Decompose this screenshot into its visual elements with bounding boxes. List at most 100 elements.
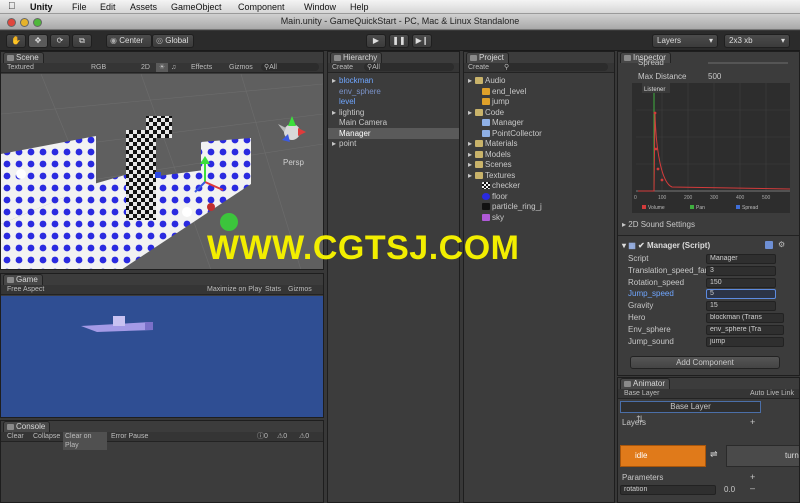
max-distance-value[interactable]: 500	[708, 71, 721, 82]
clear-button[interactable]: Clear	[7, 432, 24, 441]
scene-lighting-toggle[interactable]: ☀	[156, 63, 168, 72]
project-asset[interactable]: end_level	[482, 86, 526, 97]
foldout-arrow-icon[interactable]: ▸	[332, 107, 339, 118]
step-button[interactable]: ▶❙	[412, 34, 432, 48]
game-view[interactable]	[1, 296, 323, 418]
hierarchy-item[interactable]: ▸ point	[328, 138, 459, 149]
field-value[interactable]: Manager	[706, 254, 776, 264]
error-pause-button[interactable]: Error Pause	[111, 432, 148, 441]
hierarchy-item[interactable]: Main Camera	[328, 117, 459, 128]
scale-tool-button[interactable]: ⧉	[72, 34, 92, 48]
menu-assets[interactable]: Assets	[130, 2, 157, 12]
foldout-arrow-icon[interactable]: ▸	[332, 138, 339, 149]
menu-component[interactable]: Component	[238, 2, 285, 12]
project-folder[interactable]: ▸ Audio	[468, 75, 505, 86]
foldout-arrow-icon[interactable]: ▸	[468, 107, 475, 118]
project-folder[interactable]: ▸ Models	[468, 149, 511, 160]
project-asset[interactable]: Manager	[482, 117, 524, 128]
field-value[interactable]: 15	[706, 301, 776, 312]
hierarchy-create-dropdown[interactable]: Create	[332, 63, 353, 72]
clear-on-play-button[interactable]: Clear on Play	[63, 432, 107, 450]
base-layer-breadcrumb[interactable]: Base Layer	[624, 389, 659, 398]
project-asset[interactable]: floor	[482, 191, 508, 202]
foldout-arrow-icon[interactable]: ▸	[468, 149, 475, 160]
spread-slider[interactable]	[708, 62, 788, 64]
hierarchy-item[interactable]: level	[328, 96, 459, 107]
transition-icon[interactable]: ⇌	[710, 449, 718, 460]
state-idle[interactable]: idle	[620, 445, 706, 467]
add-layer-button[interactable]: +	[750, 417, 755, 427]
component-header[interactable]: ▾ ▦ ✔ Manager (Script)	[622, 240, 710, 251]
gizmos-dropdown[interactable]: Gizmos	[229, 63, 253, 72]
help-icon[interactable]	[765, 241, 773, 249]
project-asset[interactable]: sky	[482, 212, 504, 223]
menu-edit[interactable]: Edit	[100, 2, 116, 12]
hierarchy-item[interactable]: ▸ lighting	[328, 107, 459, 118]
audio-icon[interactable]: ♫	[171, 63, 176, 72]
project-folder[interactable]: ▸ Materials	[468, 138, 517, 149]
rotate-tool-button[interactable]: ⟳	[50, 34, 70, 48]
minimize-window-button[interactable]	[20, 18, 29, 27]
state-turn[interactable]: turn	[726, 445, 799, 467]
menu-file[interactable]: File	[72, 2, 87, 12]
foldout-arrow-icon[interactable]: ▸	[468, 159, 475, 170]
foldout-arrow-icon[interactable]: ▸	[468, 75, 475, 86]
project-asset[interactable]: particle_ring_j	[482, 201, 542, 212]
auto-live-link-toggle[interactable]: Auto Live Link	[750, 389, 794, 398]
hierarchy-item[interactable]: ▸ blockman	[328, 75, 459, 86]
hierarchy-item[interactable]: Manager	[328, 127, 459, 139]
game-gizmos-dropdown[interactable]: Gizmos	[288, 285, 312, 294]
project-folder[interactable]: ▸ Textures	[468, 170, 515, 181]
foldout-arrow-icon[interactable]: ▸	[468, 170, 475, 181]
stats-toggle[interactable]: Stats	[265, 285, 281, 294]
hierarchy-item[interactable]: env_sphere	[328, 86, 459, 97]
project-folder[interactable]: ▸ Scenes	[468, 159, 512, 170]
add-parameter-button[interactable]: +	[750, 472, 755, 482]
rgb-dropdown[interactable]: RGB	[91, 63, 106, 72]
field-value[interactable]: 150	[706, 277, 776, 288]
maximize-on-play-toggle[interactable]: Maximize on Play	[207, 285, 262, 294]
warning-count[interactable]: ⚠0	[277, 432, 287, 441]
layers-dropdown[interactable]: Layers ▾	[652, 34, 718, 48]
project-search-input[interactable]: ⚲	[504, 63, 608, 71]
menu-gameobject[interactable]: GameObject	[171, 2, 222, 12]
zoom-window-button[interactable]	[33, 18, 42, 27]
rolloff-graph[interactable]: Listener 0 100 200 300 400 500 Volume Pa…	[632, 83, 790, 213]
layout-dropdown[interactable]: 2x3 xb ▾	[724, 34, 790, 48]
project-asset[interactable]: PointCollector	[482, 128, 542, 139]
effects-dropdown[interactable]: Effects	[191, 63, 212, 72]
foldout-arrow-icon[interactable]: ▸	[332, 75, 339, 86]
project-asset[interactable]: checker	[482, 180, 520, 191]
field-value[interactable]: 5	[706, 289, 776, 300]
error-count[interactable]: ⚠0	[299, 432, 309, 441]
project-create-dropdown[interactable]: Create	[468, 63, 489, 72]
parameter-value-field[interactable]: 0.0	[724, 484, 735, 495]
hierarchy-search-input[interactable]: ⚲All	[364, 63, 454, 71]
aspect-dropdown[interactable]: Free Aspect	[7, 285, 44, 294]
tab-console[interactable]: Console	[3, 421, 51, 432]
remove-parameter-button[interactable]: –	[750, 483, 755, 493]
project-asset[interactable]: jump	[482, 96, 509, 107]
component-gear-icon[interactable]: ⚙	[778, 240, 785, 249]
field-value[interactable]: 3	[706, 265, 776, 276]
info-count[interactable]: ⓘ0	[257, 432, 268, 441]
play-button[interactable]: ▶	[366, 34, 386, 48]
tab-project[interactable]: Project	[466, 52, 509, 63]
menu-unity[interactable]: Unity	[30, 2, 53, 12]
move-tool-button[interactable]: ✥	[28, 34, 48, 48]
hand-tool-button[interactable]: ✋	[6, 34, 26, 48]
add-component-button[interactable]: Add Component	[630, 356, 780, 369]
layer-row[interactable]: Base Layer	[620, 401, 761, 413]
apple-icon[interactable]: 	[8, 1, 16, 12]
global-space-toggle[interactable]: ◎ Global	[152, 34, 194, 48]
close-window-button[interactable]	[7, 18, 16, 27]
project-folder[interactable]: ▸ Code	[468, 107, 504, 118]
tab-scene[interactable]: Scene	[3, 52, 44, 63]
pivot-center-toggle[interactable]: ◉ Center	[106, 34, 152, 48]
tab-animator[interactable]: Animator	[620, 378, 671, 389]
sound-settings-foldout[interactable]: ▸ 2D Sound Settings	[622, 219, 695, 230]
scene-search-input[interactable]: ⚲All	[261, 63, 319, 71]
field-value[interactable]: env_sphere (Tra	[706, 324, 784, 335]
collapse-button[interactable]: Collapse	[33, 432, 60, 441]
component-enabled-checkbox[interactable]: ✔	[638, 241, 645, 250]
